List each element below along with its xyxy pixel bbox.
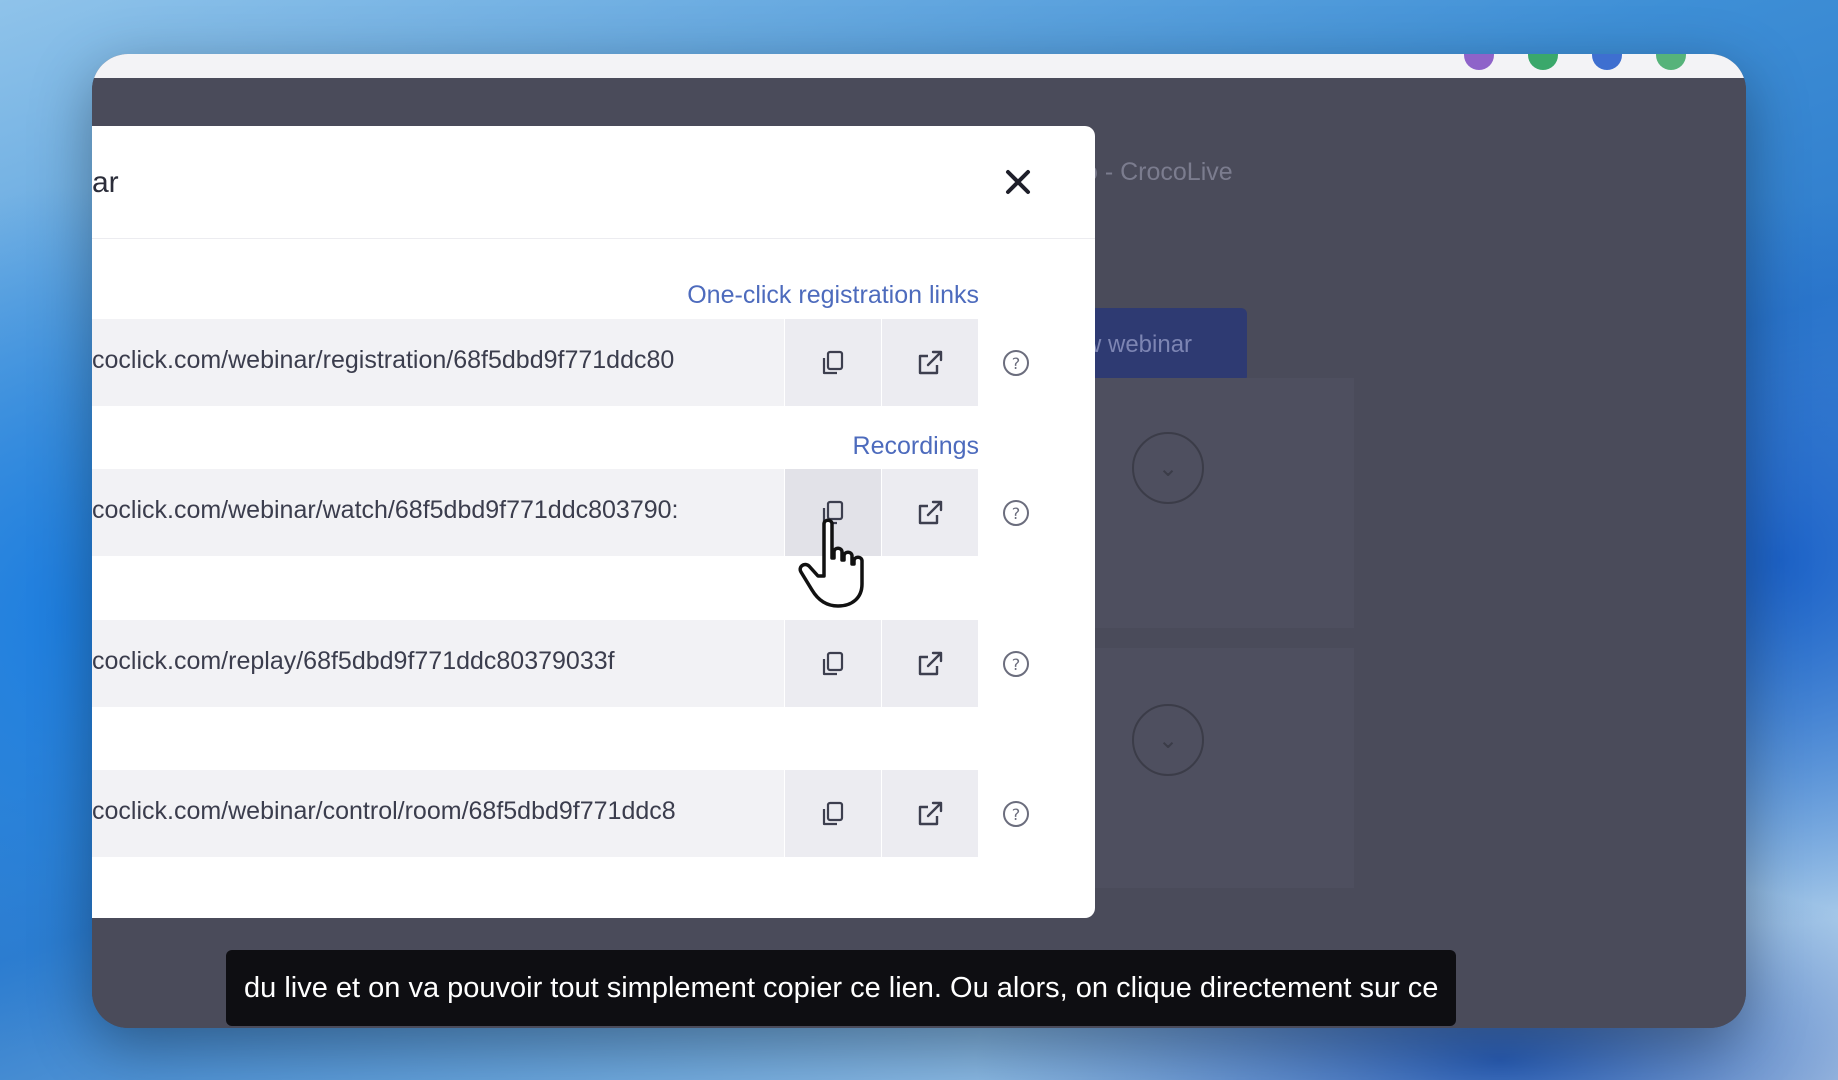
external-link-icon — [918, 651, 943, 675]
url-text: coclick.com/webinar/watch/68f5dbd9f771dd… — [92, 496, 679, 524]
help-circle-icon[interactable]: ? — [1002, 800, 1030, 828]
url-field[interactable]: coclick.com/webinar/registration/68f5dbd… — [92, 319, 784, 406]
open-link-button[interactable] — [882, 770, 978, 857]
copy-button[interactable] — [785, 620, 881, 707]
link-row-replay: coclick.com/replay/68f5dbd9f771ddc803790… — [92, 620, 1029, 707]
video-subtitle: du live et on va pouvoir tout simplement… — [226, 950, 1457, 1026]
expand-chevron-icon[interactable]: ⌄ — [1132, 432, 1204, 504]
app-window: o - CrocoLive w webinar ⌄ ⌄ ar One-click… — [92, 54, 1746, 1028]
copy-icon — [822, 500, 844, 524]
recordings-link[interactable]: Recordings — [853, 432, 979, 461]
link-row-control-room: coclick.com/webinar/control/room/68f5dbd… — [92, 770, 1029, 857]
expand-chevron-icon[interactable]: ⌄ — [1132, 704, 1204, 776]
copy-icon — [822, 350, 844, 374]
url-field[interactable]: coclick.com/webinar/control/room/68f5dbd… — [92, 770, 784, 857]
help-circle-icon[interactable]: ? — [1002, 349, 1030, 377]
green-dot-2 — [1656, 54, 1686, 70]
background-page-title: o - CrocoLive — [1084, 158, 1233, 186]
modal-title: ar — [92, 166, 119, 199]
link-row-watch: coclick.com/webinar/watch/68f5dbd9f771dd… — [92, 469, 1029, 556]
copy-button[interactable] — [785, 770, 881, 857]
copy-button[interactable] — [785, 469, 881, 556]
external-link-icon — [918, 801, 943, 825]
url-text: coclick.com/webinar/registration/68f5dbd… — [92, 346, 675, 374]
help-circle-icon[interactable]: ? — [1002, 499, 1030, 527]
svg-text:?: ? — [1012, 805, 1021, 824]
url-text: coclick.com/webinar/control/room/68f5dbd… — [92, 797, 676, 825]
url-field[interactable]: coclick.com/replay/68f5dbd9f771ddc803790… — [92, 620, 784, 707]
help-circle-icon[interactable]: ? — [1002, 650, 1030, 678]
one-click-registration-links[interactable]: One-click registration links — [687, 281, 979, 310]
webinar-links-modal: ar One-click registration links coclick.… — [92, 126, 1095, 918]
close-icon[interactable] — [1002, 166, 1034, 198]
url-field[interactable]: coclick.com/webinar/watch/68f5dbd9f771dd… — [92, 469, 784, 556]
modal-header: ar — [92, 126, 1095, 239]
svg-text:?: ? — [1012, 504, 1021, 523]
webinar-card — [1084, 648, 1354, 888]
copy-icon — [822, 801, 844, 825]
new-webinar-button[interactable]: w webinar — [1084, 308, 1247, 382]
blue-dot — [1592, 54, 1622, 70]
window-dots — [1464, 54, 1686, 70]
external-link-icon — [918, 500, 943, 524]
svg-text:?: ? — [1012, 655, 1021, 674]
webinar-card — [1084, 378, 1354, 628]
open-link-button[interactable] — [882, 319, 978, 406]
copy-icon — [822, 651, 844, 675]
open-link-button[interactable] — [882, 469, 978, 556]
copy-button[interactable] — [785, 319, 881, 406]
svg-text:?: ? — [1012, 354, 1021, 373]
external-link-icon — [918, 350, 943, 374]
url-text: coclick.com/replay/68f5dbd9f771ddc803790… — [92, 647, 615, 675]
purple-dot — [1464, 54, 1494, 70]
open-link-button[interactable] — [882, 620, 978, 707]
link-row-registration: coclick.com/webinar/registration/68f5dbd… — [92, 319, 1029, 406]
green-dot — [1528, 54, 1558, 70]
browser-top-bar — [92, 54, 1746, 78]
